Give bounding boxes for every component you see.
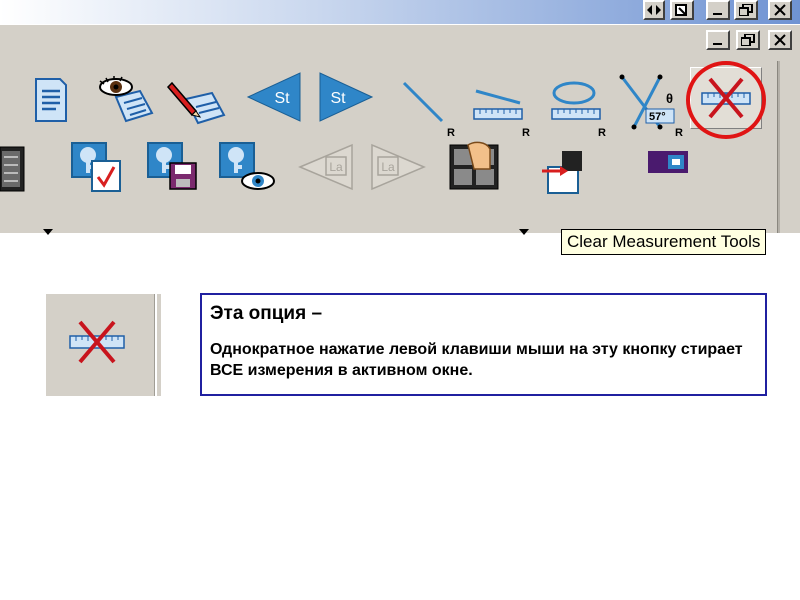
view-annotations-icon [99,76,154,123]
layout-button[interactable] [0,137,26,201]
key-save-button[interactable] [140,135,204,199]
previous-study-icon: St [246,72,301,122]
edit-annotations-button[interactable] [164,71,228,135]
next-study-button[interactable]: St [314,65,378,129]
ellipse-measure-icon [551,81,601,120]
export-icon [542,151,582,194]
ellipse-measure-r-mark: R [598,127,606,139]
angle-theta-text: θ [666,91,673,106]
angle-measure-icon: θ 57° [619,74,675,130]
toolbar-edge [777,61,780,233]
key-check-icon [71,142,121,192]
layout-icon [0,146,25,192]
angle-measure-button[interactable]: θ 57° [616,69,680,133]
previous-layout-icon: La [298,143,353,191]
close-window-button[interactable] [768,0,792,20]
clear-measurement-tools-icon [69,320,125,364]
minimize-window-button[interactable] [706,0,730,20]
ruler-measure-button[interactable] [466,69,530,133]
option-description-box: Эта опция – Однократное нажатие левой кл… [200,293,767,396]
purple-tool-button[interactable] [642,137,692,201]
key-save-icon [147,142,197,190]
edit-annotations-icon [166,81,226,125]
resize-arrows-icon [647,5,661,15]
ruler-measure-r-mark: R [522,127,530,139]
line-measure-icon [402,81,444,123]
ellipse-measure-button[interactable] [544,69,608,133]
hand-tool-icon [449,141,499,190]
close-icon [774,4,786,16]
minimize-icon [713,43,722,45]
minimize-icon [713,13,722,15]
ruler-measure-icon [473,89,523,120]
key-check-button[interactable] [64,135,128,199]
key-view-icon [219,142,275,190]
thumbnail-divider [154,294,157,396]
restore-icon [741,34,755,46]
toolbar: St St R R R θ 57° R La La Clear Measurem… [0,61,800,255]
maximize-window-button[interactable] [734,0,758,20]
hand-tool-dropdown-arrow-icon[interactable] [519,227,529,237]
highlight-circle [686,61,766,139]
report-icon [35,78,67,122]
description-title: Эта опция – [210,303,323,324]
previous-layout-button[interactable]: La [294,135,358,199]
view-annotations-button[interactable] [92,69,156,133]
next-layout-icon: La [371,143,426,191]
resize-arrows-button[interactable] [643,0,665,20]
next-layout-button[interactable]: La [366,135,430,199]
previous-layout-label: La [329,160,343,174]
next-study-label: St [330,90,346,107]
close-icon [774,34,786,46]
restore-icon [739,4,753,16]
page-icon [675,4,687,16]
next-study-icon: St [319,72,374,122]
restore-page-button[interactable] [670,0,694,20]
purple-tool-icon [648,151,688,173]
mdi-close-button[interactable] [768,30,792,50]
layout-dropdown-arrow-icon[interactable] [43,227,53,237]
tooltip-clear-measurement-tools: Clear Measurement Tools [561,229,767,255]
next-layout-label: La [381,160,395,174]
export-button[interactable] [540,137,584,201]
angle-value-text: 57° [649,111,666,123]
key-view-button[interactable] [214,135,278,199]
previous-study-label: St [274,90,290,107]
mdi-menu-bar [0,24,800,62]
description-text: Однократное нажатие левой клавиши мыши н… [210,341,743,379]
hand-tool-button[interactable] [442,135,506,199]
button-zoom-thumbnail [46,294,161,396]
mdi-restore-button[interactable] [736,30,760,50]
mdi-minimize-button[interactable] [706,30,730,50]
previous-study-button[interactable]: St [242,65,306,129]
report-button[interactable] [18,69,82,133]
line-measure-button[interactable] [390,69,454,133]
window-title-bar [0,0,800,24]
